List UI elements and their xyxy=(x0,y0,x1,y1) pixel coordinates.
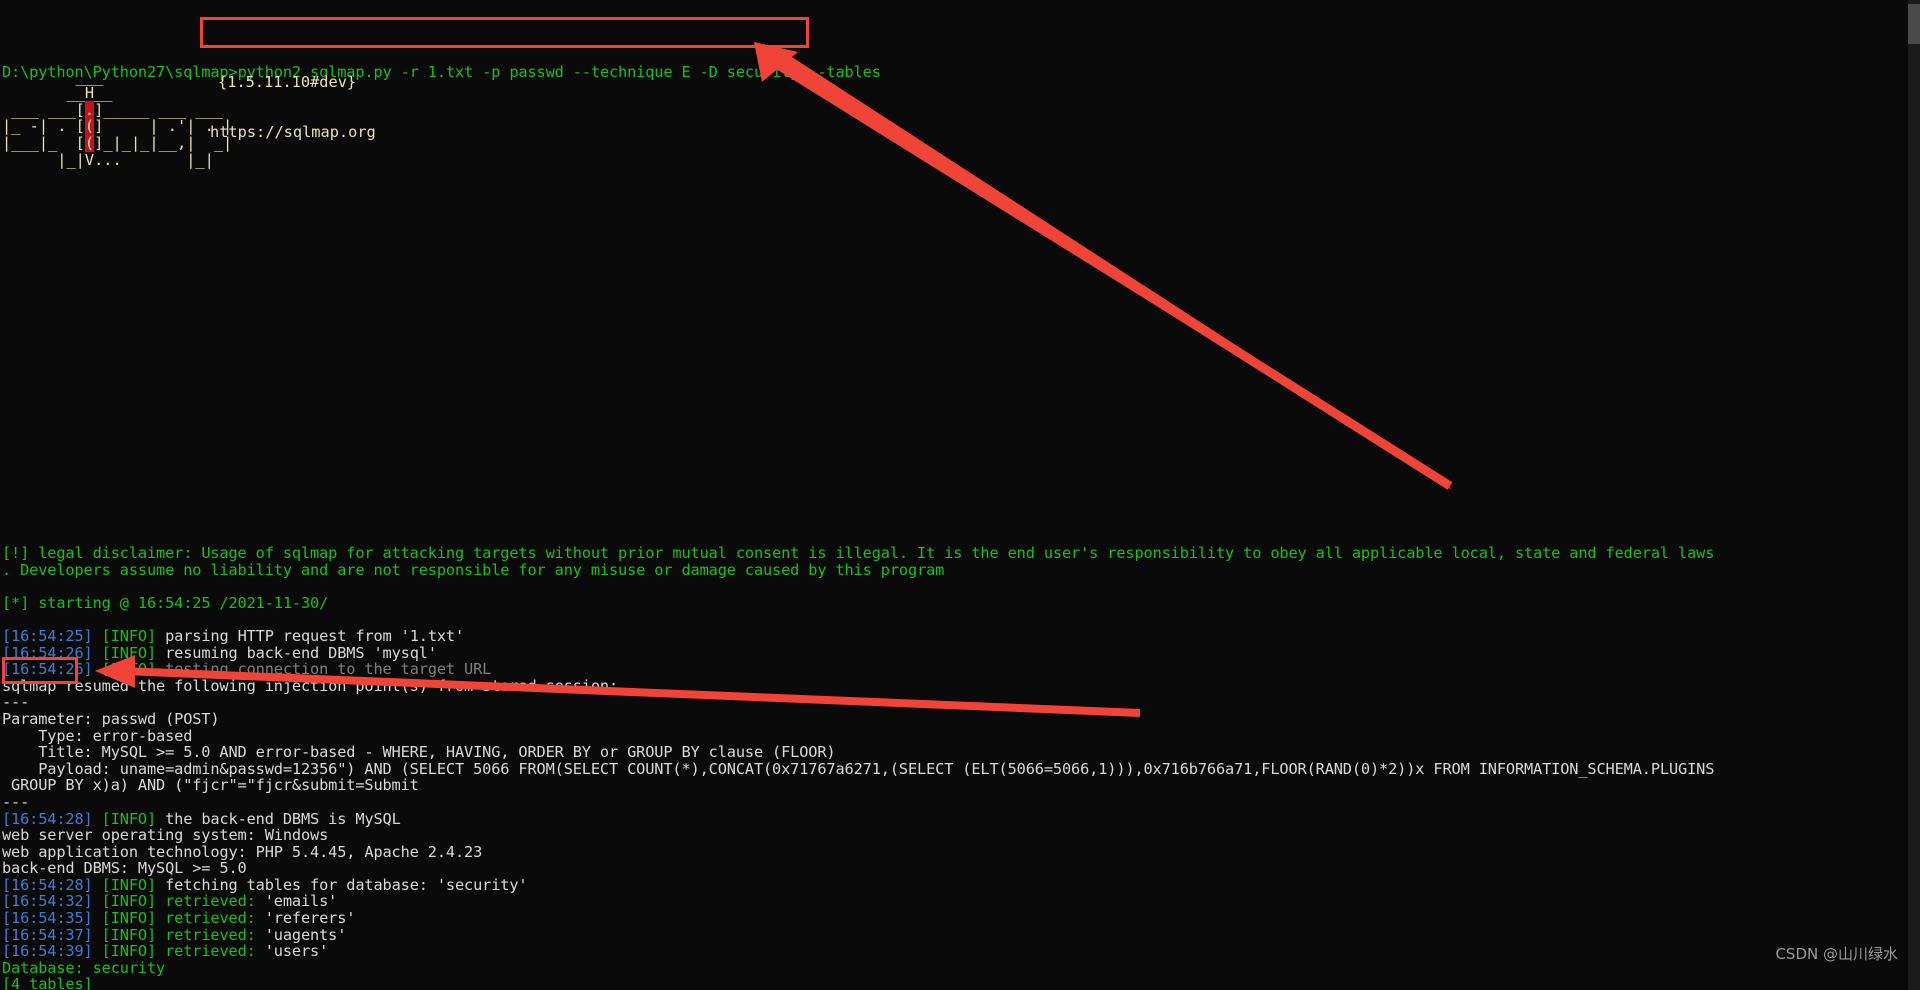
log-level: [INFO] xyxy=(101,809,157,828)
log-action: retrieved: xyxy=(156,942,265,961)
log-line: web server operating system: Windows xyxy=(2,827,1908,844)
log-line-info-dim: [16:54:26] [INFO] testing connection to … xyxy=(2,661,1908,678)
log-timestamp: [16:54:32] xyxy=(2,892,93,911)
log-tag: [!] xyxy=(2,544,30,562)
log-line: GROUP BY x)a) AND ("fjcr"="fjcr&submit=S… xyxy=(2,777,1908,794)
log-level: [INFO] xyxy=(101,942,157,961)
log-text: the back-end DBMS is MySQL xyxy=(156,809,401,828)
log-text: Payload: uname=admin&passwd=12356") AND … xyxy=(2,759,1715,778)
log-line: back-end DBMS: MySQL >= 5.0 xyxy=(2,860,1908,877)
log-text: starting @ 16:54:25 /2021-11-30/ xyxy=(29,593,329,612)
log-text: [4 tables] xyxy=(2,975,93,990)
log-line-result: Database: security xyxy=(2,960,1908,977)
log-text: --- xyxy=(2,792,30,811)
log-timestamp: [16:54:26] xyxy=(2,660,93,679)
log-text: back-end DBMS: MySQL >= 5.0 xyxy=(2,859,247,878)
log-line-info: [16:54:25] [INFO] parsing HTTP request f… xyxy=(2,628,1908,645)
log-text: legal disclaimer: Usage of sqlmap for at… xyxy=(29,544,1715,562)
log-line: --- xyxy=(2,794,1908,811)
log-action: retrieved: xyxy=(156,909,265,928)
log-text: sqlmap resumed the following injection p… xyxy=(2,676,619,695)
log-timestamp: [16:54:28] xyxy=(2,809,93,828)
log-timestamp: [16:54:26] xyxy=(2,643,93,662)
log-line: Payload: uname=admin&passwd=12356") AND … xyxy=(2,759,1908,778)
log-text: Type: error-based xyxy=(2,726,193,745)
log-text: parsing HTTP request from '1.txt' xyxy=(156,626,465,645)
sqlmap-ascii-logo: ___ __H__ ___ ___[.]_____ ___ ___ |_ -| … xyxy=(2,67,251,169)
log-value: 'users' xyxy=(264,942,329,961)
log-text: testing connection to the target URL xyxy=(156,660,492,679)
log-level: [INFO] xyxy=(101,875,157,894)
log-text: resuming back-end DBMS 'mysql' xyxy=(156,643,437,662)
log-text: Parameter: passwd (POST) xyxy=(2,709,220,728)
log-line-retrieved: [16:54:39] [INFO] retrieved: 'users' xyxy=(2,943,1908,960)
scrollbar-thumb[interactable] xyxy=(1908,4,1920,44)
log-line: sqlmap resumed the following injection p… xyxy=(2,676,1908,695)
log-tag: [*] xyxy=(2,593,30,612)
log-text: GROUP BY x)a) AND ("fjcr"="fjcr&submit=S… xyxy=(2,776,419,795)
vertical-scrollbar[interactable] xyxy=(1908,0,1920,990)
log-timestamp: [16:54:35] xyxy=(2,909,93,928)
log-action: retrieved: xyxy=(156,892,265,911)
log-level: [INFO] xyxy=(101,909,157,928)
log-value: 'uagents' xyxy=(264,925,347,944)
version-label: {1.5.11.10#dev} xyxy=(218,73,357,91)
log-line-info: [16:54:28] [INFO] the back-end DBMS is M… xyxy=(2,809,1908,828)
log-level: [INFO] xyxy=(101,892,157,911)
log-text: web application technology: PHP 5.4.45, … xyxy=(2,842,483,861)
log-value: 'emails' xyxy=(264,892,338,911)
log-area: [!] legal disclaimer: Usage of sqlmap fo… xyxy=(2,545,1908,990)
log-line: Parameter: passwd (POST) xyxy=(2,711,1908,728)
log-level: [INFO] xyxy=(101,925,157,944)
log-timestamp: [16:54:28] xyxy=(2,875,93,894)
log-line-status: [*] starting @ 16:54:25 /2021-11-30/ xyxy=(2,593,1908,612)
log-line: Type: error-based xyxy=(2,726,1908,745)
log-value: 'referers' xyxy=(264,909,356,928)
log-line-retrieved: [16:54:32] [INFO] retrieved: 'emails' xyxy=(2,893,1908,910)
log-line: web application technology: PHP 5.4.45, … xyxy=(2,842,1908,861)
log-line: Title: MySQL >= 5.0 AND error-based - WH… xyxy=(2,744,1908,761)
log-line-info: [16:54:28] [INFO] fetching tables for da… xyxy=(2,877,1908,894)
log-text: Title: MySQL >= 5.0 AND error-based - WH… xyxy=(2,743,836,762)
log-timestamp: [16:54:25] xyxy=(2,626,93,645)
log-action: retrieved: xyxy=(156,925,265,944)
log-text: fetching tables for database: 'security' xyxy=(156,875,528,894)
log-line-result: [4 tables] xyxy=(2,976,1908,990)
log-line-warning-cont: . Developers assume no liability and are… xyxy=(2,560,1908,579)
log-text: --- xyxy=(2,693,30,712)
terminal-output[interactable]: D:\python\Python27\sqlmap>python2 sqlmap… xyxy=(0,0,1908,990)
log-text: Database: security xyxy=(2,958,166,977)
log-level: [INFO] xyxy=(101,626,157,645)
log-text: . Developers assume no liability and are… xyxy=(2,560,945,579)
log-level: [INFO] xyxy=(101,660,157,679)
log-timestamp: [16:54:39] xyxy=(2,942,93,961)
log-line-info: [16:54:26] [INFO] resuming back-end DBMS… xyxy=(2,643,1908,662)
watermark: CSDN @山川绿水 xyxy=(1775,945,1898,963)
log-text: web server operating system: Windows xyxy=(2,826,329,845)
log-timestamp: [16:54:37] xyxy=(2,925,93,944)
terminal-window: D:\python\Python27\sqlmap>python2 sqlmap… xyxy=(0,0,1920,990)
log-line-retrieved: [16:54:35] [INFO] retrieved: 'referers' xyxy=(2,910,1908,927)
sqlmap-url: https://sqlmap.org xyxy=(210,123,376,141)
log-line-retrieved: [16:54:37] [INFO] retrieved: 'uagents' xyxy=(2,925,1908,944)
log-level: [INFO] xyxy=(101,643,157,662)
log-line-warning: [!] legal disclaimer: Usage of sqlmap fo… xyxy=(2,545,1908,562)
log-line: --- xyxy=(2,694,1908,711)
